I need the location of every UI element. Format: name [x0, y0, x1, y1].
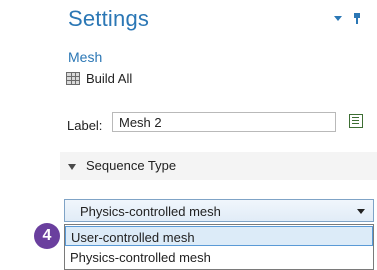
label-caption: Label: — [67, 118, 103, 133]
option-user-controlled-mesh[interactable]: User-controlled mesh — [65, 226, 373, 246]
sequence-type-select[interactable]: Physics-controlled mesh — [64, 199, 374, 222]
build-all-icon — [66, 72, 80, 85]
option-physics-controlled-mesh[interactable]: Physics-controlled mesh — [65, 247, 373, 267]
dropdown-arrow-icon — [357, 209, 365, 214]
pin-icon[interactable] — [352, 12, 362, 24]
node-type-subtitle: Mesh — [68, 49, 103, 65]
build-all-label: Build All — [86, 71, 133, 86]
section-title: Sequence Type — [86, 158, 177, 173]
header-icons — [334, 12, 362, 24]
step-number-badge: 4 — [34, 223, 60, 249]
build-all-button[interactable]: Build All — [66, 71, 132, 86]
collapse-icon[interactable] — [334, 15, 342, 21]
sequence-type-dropdown-list: User-controlled mesh Physics-controlled … — [64, 224, 374, 270]
page-title: Settings — [68, 6, 150, 31]
sequence-type-section-header[interactable]: Sequence Type — [68, 158, 176, 173]
section-collapse-icon — [68, 163, 76, 170]
edit-label-icon[interactable] — [348, 113, 364, 129]
select-value: Physics-controlled mesh — [80, 204, 221, 219]
label-input[interactable] — [112, 112, 336, 132]
